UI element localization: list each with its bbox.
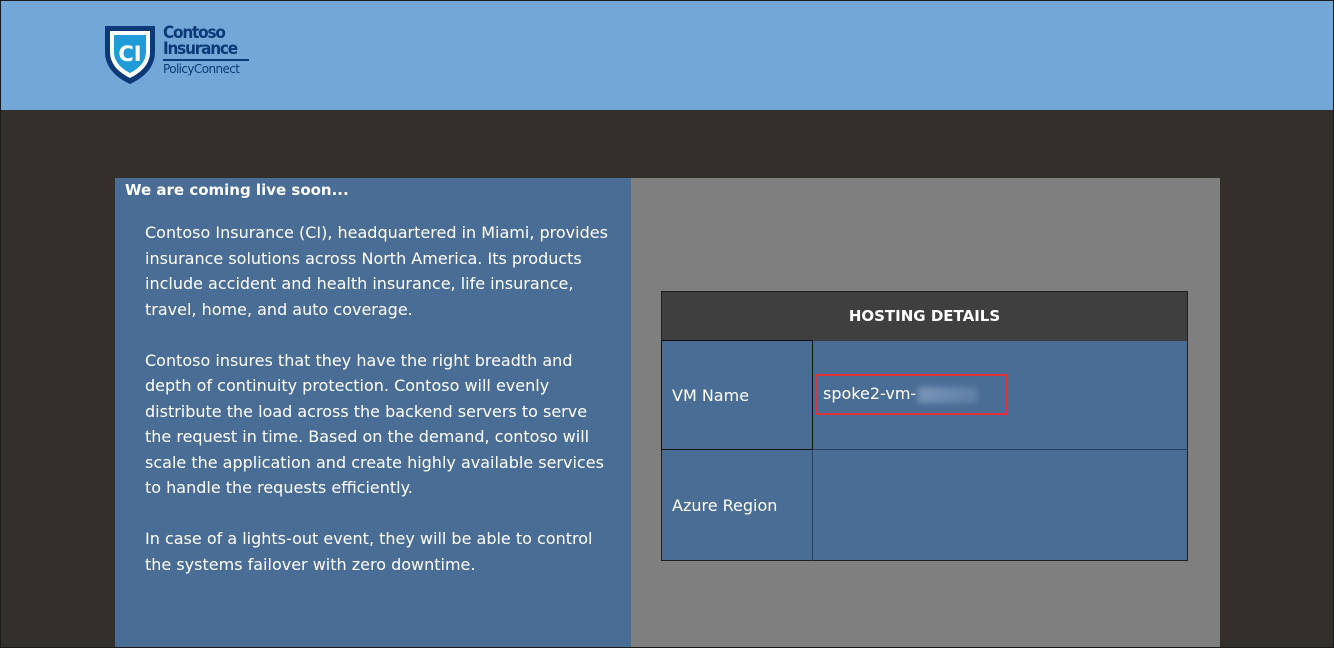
intro-paragraph: Contoso Insurance (CI), headquartered in… [145, 223, 608, 319]
shield-icon: CI [105, 26, 155, 84]
intro-title: We are coming live soon... [125, 181, 349, 199]
logo-line-policyconnect: PolicyConnect [163, 62, 240, 76]
logo-monogram: CI [118, 42, 141, 66]
logo-line-insurance: Insurance [163, 39, 238, 59]
main-content: We are coming live soon... Contoso Insur… [115, 178, 1220, 648]
azure-region-label: Azure Region [661, 449, 813, 561]
header-bar: CI Contoso Insurance PolicyConnect [1, 1, 1333, 110]
table-row-vm-name: VM Name spoke2-vm- [661, 340, 1188, 450]
vm-name-value: spoke2-vm- [823, 384, 917, 404]
intro-paragraph: Contoso insures that they have the right… [145, 350, 604, 498]
vm-name-cell: spoke2-vm- [812, 340, 1188, 450]
intro-panel: We are coming live soon... Contoso Insur… [115, 178, 631, 648]
hosting-details-table: HOSTING DETAILS VM Name spoke2-vm- Azure… [661, 291, 1188, 561]
table-row-azure-region: Azure Region [661, 449, 1188, 561]
contoso-logo[interactable]: CI Contoso Insurance PolicyConnect [101, 22, 261, 86]
hosting-details-heading: HOSTING DETAILS [661, 291, 1188, 341]
vm-name-highlight: spoke2-vm- [815, 374, 1009, 416]
intro-body: Contoso Insurance (CI), headquartered in… [145, 220, 617, 603]
logo-divider [163, 59, 249, 61]
redacted-blur [918, 386, 979, 403]
hosting-panel: HOSTING DETAILS VM Name spoke2-vm- Azure… [631, 178, 1220, 648]
azure-region-value [812, 449, 1188, 561]
intro-paragraph: In case of a lights-out event, they will… [145, 529, 593, 574]
vm-name-label: VM Name [661, 340, 813, 450]
logo-wordmark: Contoso Insurance PolicyConnect [163, 25, 249, 76]
